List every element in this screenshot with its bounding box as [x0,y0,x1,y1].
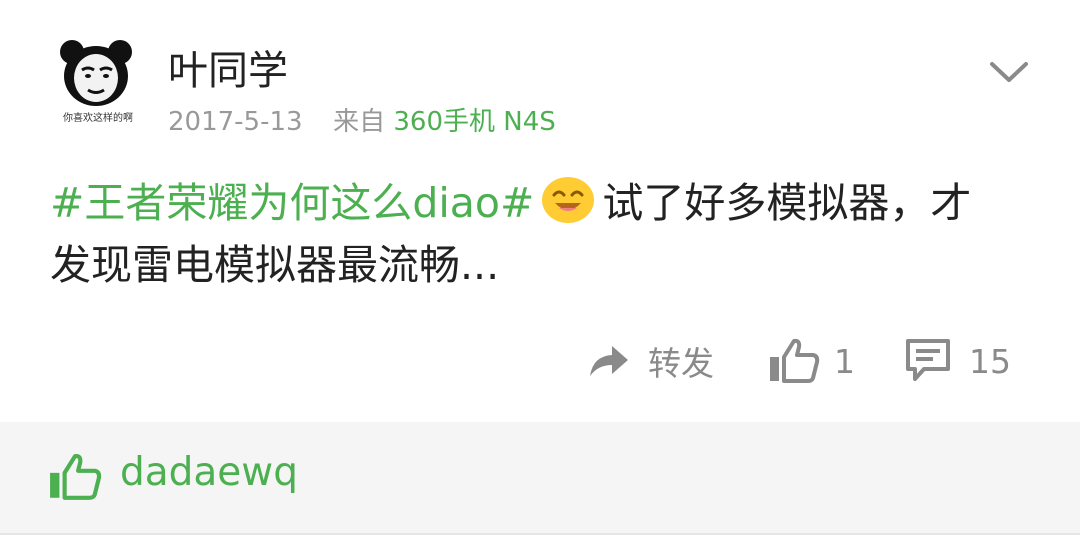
comment-count: 15 [969,341,1011,381]
comment-icon [906,339,950,381]
smile-emoji-icon [540,175,596,225]
thumbs-up-icon [770,338,820,383]
author-name[interactable]: 叶同学 [168,38,288,96]
hashtag-link[interactable]: #王者荣耀为何这么diao# [50,179,534,227]
post-date: 2017-5-13 [168,107,303,137]
liker-name[interactable]: dadaewq [120,450,298,495]
like-count: 1 [834,341,855,381]
likes-section: dadaewq [0,422,1080,535]
avatar-caption: 你喜欢这样的啊 [63,113,133,124]
repost-arrow-icon [590,346,628,376]
post-text: #王者荣耀为何这么diao# 试了好多模拟器，才发现雷电模拟器最流畅... [50,172,990,296]
repost-label: 转发 [648,344,714,383]
repost-button[interactable]: 转发 [588,330,714,392]
post-card: 你喜欢这样的啊 叶同学 2017-5-13 来自 360手机 N4S #王者荣耀… [0,0,1080,422]
like-button[interactable]: 1 [768,330,855,392]
comment-button[interactable]: 15 [905,330,1011,392]
post-meta: 2017-5-13 来自 360手机 N4S [168,101,556,138]
chevron-down-icon[interactable] [988,58,1030,86]
source-device[interactable]: 360手机 N4S [393,107,555,137]
thumbs-up-icon [50,454,102,500]
action-bar: 转发 1 15 [0,330,1080,392]
source-prefix: 来自 [333,107,386,137]
